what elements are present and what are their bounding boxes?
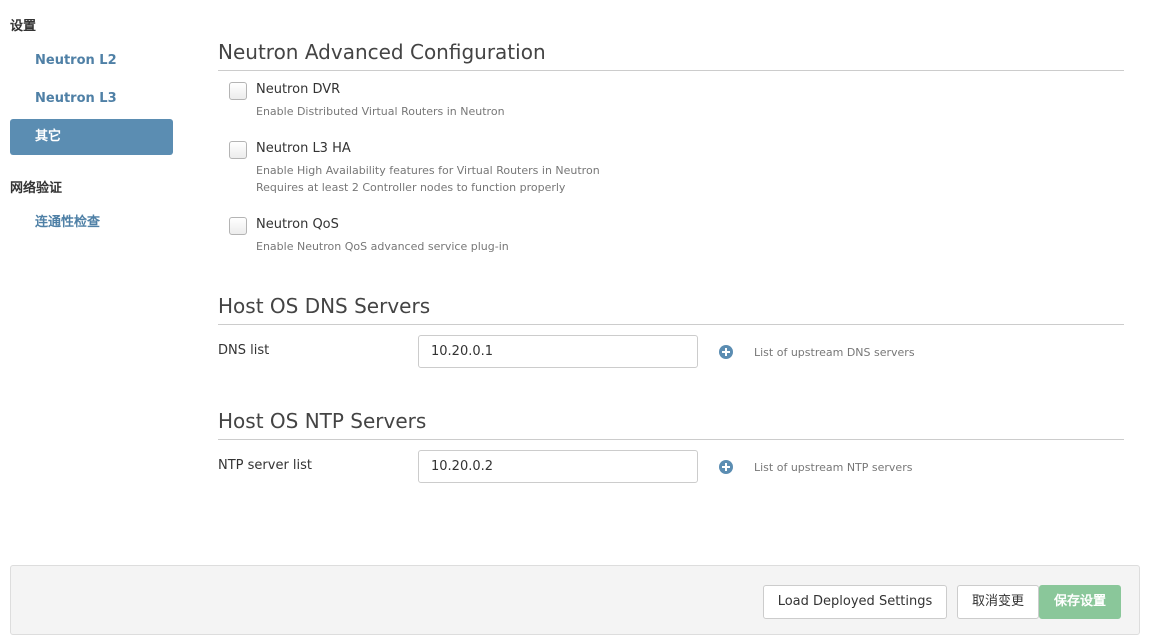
cancel-changes-button[interactable]: 取消变更 xyxy=(957,585,1039,619)
neutron-qos-description: Enable Neutron QoS advanced service plug… xyxy=(256,240,509,253)
neutron-dvr-description: Enable Distributed Virtual Routers in Ne… xyxy=(256,105,505,118)
add-ntp-plus-icon[interactable] xyxy=(719,460,733,474)
sidebar-item-other[interactable]: 其它 xyxy=(10,119,173,155)
sidebar-item-neutron-l3[interactable]: Neutron L3 xyxy=(10,81,173,117)
ntp-list-label: NTP server list xyxy=(218,458,313,473)
neutron-l3-ha-requirement: Requires at least 2 Controller nodes to … xyxy=(256,181,566,194)
dns-list-input[interactable] xyxy=(418,335,698,368)
sidebar-item-neutron-l2[interactable]: Neutron L2 xyxy=(10,43,173,79)
ntp-list-hint: List of upstream NTP servers xyxy=(754,461,913,474)
dns-list-label: DNS list xyxy=(218,343,270,358)
neutron-l3-ha-description: Enable High Availability features for Vi… xyxy=(256,164,600,177)
neutron-l3-ha-label: Neutron L3 HA xyxy=(256,141,351,156)
load-deployed-settings-button[interactable]: Load Deployed Settings xyxy=(763,585,947,619)
neutron-l3-ha-checkbox[interactable] xyxy=(229,141,247,159)
sidebar-group-network-verification: 网络验证 xyxy=(10,181,63,196)
section-title-ntp: Host OS NTP Servers xyxy=(218,409,1124,440)
dns-list-hint: List of upstream DNS servers xyxy=(754,346,915,359)
neutron-qos-label: Neutron QoS xyxy=(256,217,339,232)
add-dns-plus-icon[interactable] xyxy=(719,345,733,359)
sidebar-group-settings: 设置 xyxy=(10,19,37,34)
save-settings-button[interactable]: 保存设置 xyxy=(1039,585,1121,619)
section-title-dns: Host OS DNS Servers xyxy=(218,294,1124,325)
ntp-list-input[interactable] xyxy=(418,450,698,483)
neutron-dvr-checkbox[interactable] xyxy=(229,82,247,100)
sidebar-item-connectivity-check[interactable]: 连通性检查 xyxy=(10,205,173,241)
neutron-dvr-label: Neutron DVR xyxy=(256,82,341,97)
neutron-qos-checkbox[interactable] xyxy=(229,217,247,235)
section-title-advanced: Neutron Advanced Configuration xyxy=(218,40,1124,71)
